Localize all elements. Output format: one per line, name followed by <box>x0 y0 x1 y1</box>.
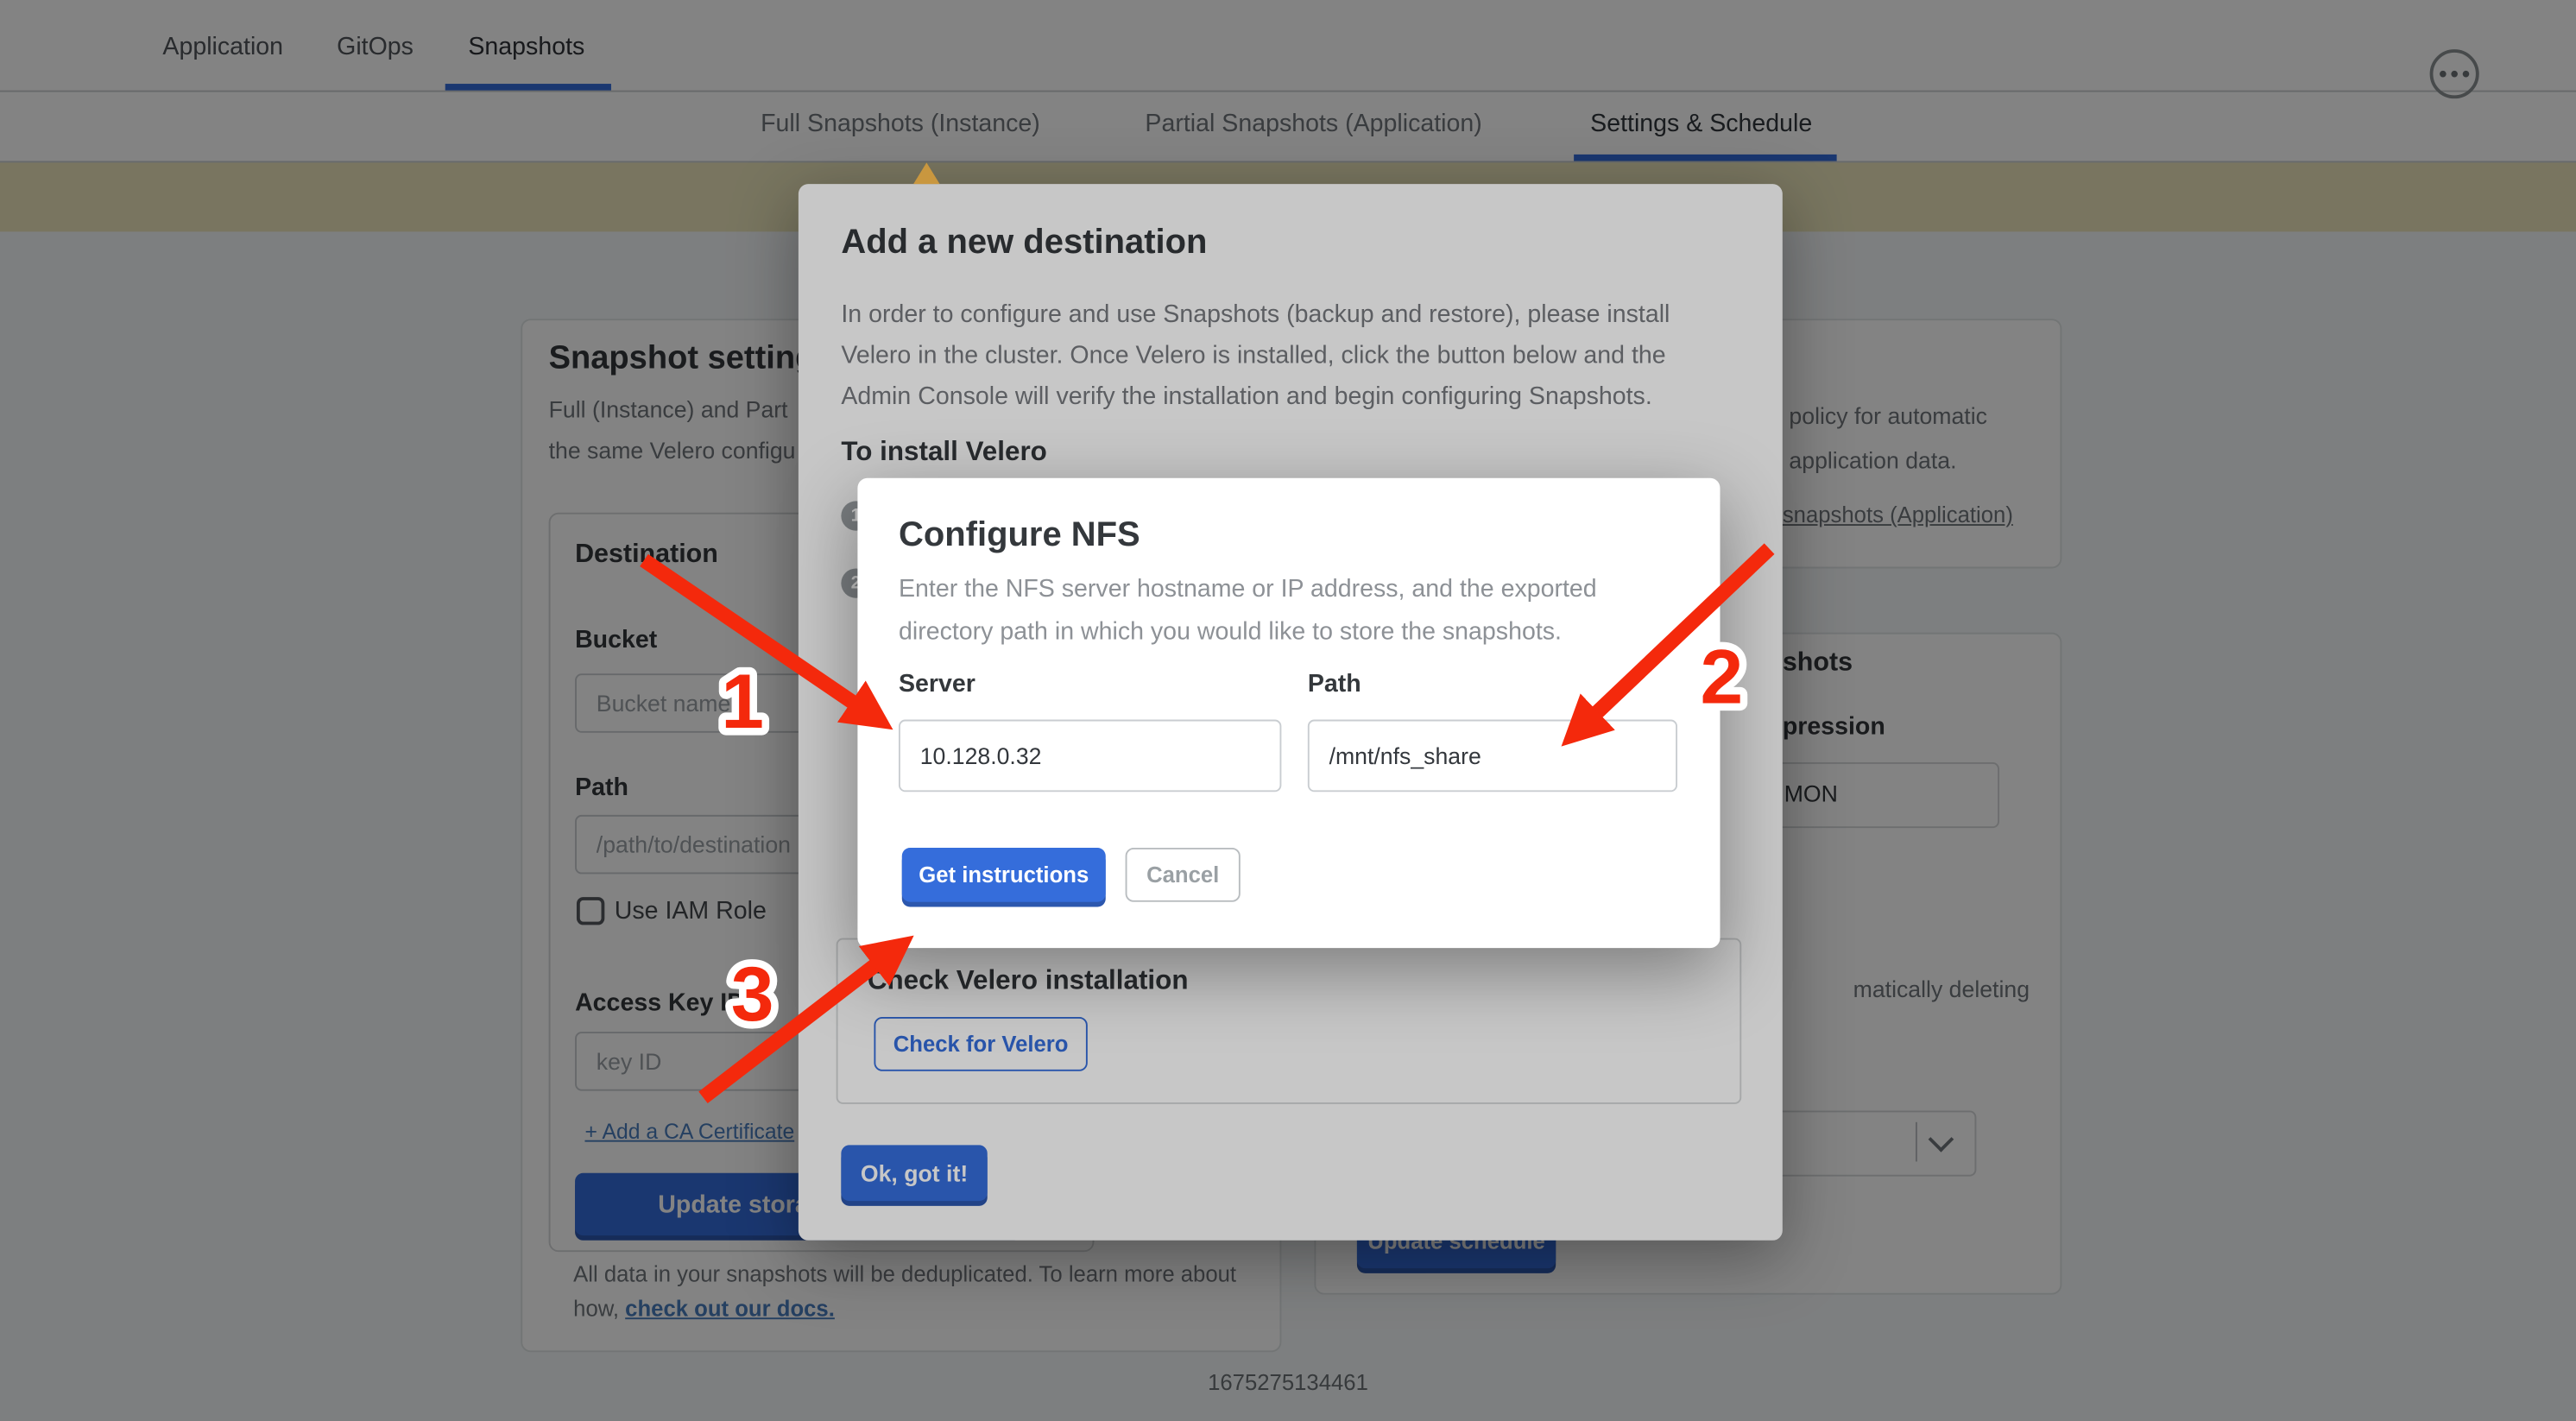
get-instructions-button[interactable]: Get instructions <box>902 848 1106 902</box>
dialog-body-line2: directory path in which you would like t… <box>899 618 1562 646</box>
server-label: Server <box>899 670 975 698</box>
server-input[interactable] <box>899 720 1281 793</box>
dialog-body-line1: Enter the NFS server hostname or IP addr… <box>899 575 1597 603</box>
app-root: ☸ Application GitOps Snapshots Full Snap… <box>0 0 2576 1421</box>
warning-triangle-icon <box>913 162 939 184</box>
nfs-path-input[interactable] <box>1308 720 1677 793</box>
nfs-path-label: Path <box>1308 670 1361 698</box>
dialog-title: Configure NFS <box>899 516 1140 556</box>
cancel-button[interactable]: Cancel <box>1126 848 1241 902</box>
